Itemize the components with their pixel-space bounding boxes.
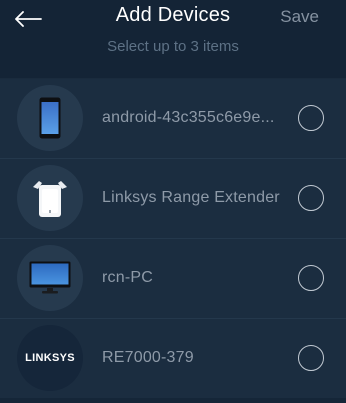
range-extender-icon	[33, 181, 67, 217]
header: Add Devices Save Select up to 3 items	[0, 0, 346, 78]
select-radio[interactable]	[298, 185, 324, 211]
select-radio[interactable]	[298, 345, 324, 371]
device-label: android-43c355c6e9e...	[102, 109, 275, 126]
device-label: rcn-PC	[102, 269, 153, 286]
device-row[interactable]: rcn-PC	[0, 238, 346, 318]
device-avatar	[17, 85, 83, 151]
device-label: Linksys Range Extender	[102, 189, 280, 206]
linksys-logo: LINKSYS	[25, 352, 75, 364]
select-radio[interactable]	[298, 105, 324, 131]
device-list: android-43c355c6e9e... Linksys Range Ext…	[0, 78, 346, 398]
device-avatar	[17, 245, 83, 311]
device-avatar	[17, 165, 83, 231]
device-row[interactable]: android-43c355c6e9e...	[0, 78, 346, 158]
android-phone-icon	[39, 97, 61, 139]
device-row[interactable]: Linksys Range Extender	[0, 158, 346, 238]
device-label: RE7000-379	[102, 349, 194, 366]
page-subtitle: Select up to 3 items	[107, 38, 239, 55]
select-radio[interactable]	[298, 265, 324, 291]
device-row[interactable]: LINKSYS RE7000-379	[0, 318, 346, 398]
desktop-monitor-icon	[29, 261, 71, 294]
save-button[interactable]: Save	[280, 7, 319, 27]
device-avatar: LINKSYS	[17, 325, 83, 391]
